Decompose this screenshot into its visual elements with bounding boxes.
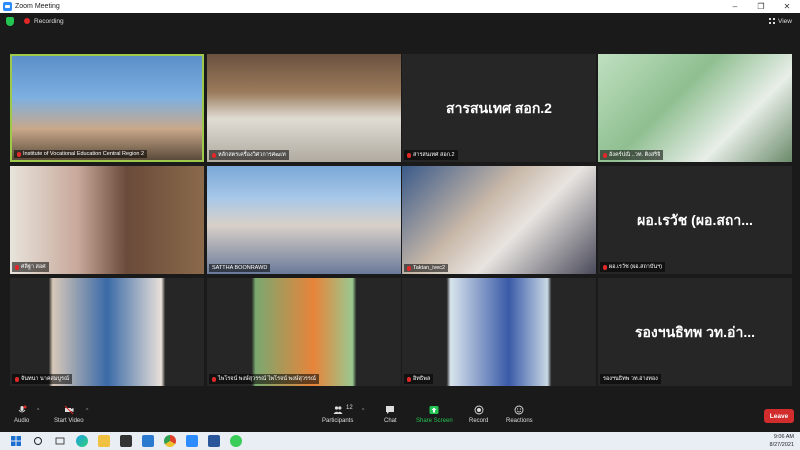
muted-mic-icon	[212, 376, 216, 382]
meeting-topbar: Recording View	[0, 13, 800, 29]
participant-tile[interactable]: สารสนเทศ สอก.2 สารสนเทศ สอก.2	[402, 54, 596, 162]
participants-count: 12	[346, 405, 353, 411]
video-camera-off-icon	[64, 405, 74, 415]
view-label: View	[778, 17, 792, 25]
record-button[interactable]: Record	[469, 405, 488, 424]
participant-tile[interactable]: ไพโรจน์ พงษ์สุวรรณ์ ไพโรจน์ พงษ์สุวรรณ์	[207, 278, 401, 386]
recording-dot-icon	[24, 18, 30, 24]
participant-tile[interactable]: ศลิฐา สอศ	[10, 166, 204, 274]
recording-label: Recording	[34, 17, 64, 25]
close-button[interactable]: ✕	[774, 2, 800, 11]
participant-tile[interactable]: Institute of Vocational Education Centra…	[10, 54, 204, 162]
muted-mic-icon	[17, 151, 21, 157]
participant-tile[interactable]: ผอ.เรวัช (ผอ.สถา... ผอ.เรวัช (ผอ.สถาบันฯ…	[598, 166, 792, 274]
task-view-icon[interactable]	[54, 435, 66, 447]
participant-name-label: ไพโรจน์ พงษ์สุวรรณ์ ไพโรจน์ พงษ์สุวรรณ์	[209, 374, 319, 384]
search-icon[interactable]	[32, 435, 44, 447]
clock-time: 9:06 AM	[773, 434, 794, 440]
edge-browser-icon[interactable]	[76, 435, 88, 447]
video-options-caret-icon[interactable]: ^	[86, 408, 88, 414]
audio-button[interactable]: Audio	[14, 405, 29, 424]
participant-tile[interactable]: Taktan_ivec2	[402, 166, 596, 274]
grid-view-icon	[769, 18, 776, 24]
muted-mic-icon	[212, 152, 216, 158]
chrome-browser-icon[interactable]	[164, 435, 176, 447]
participant-name-label: อิทธิพล	[404, 374, 434, 384]
minimize-button[interactable]: –	[722, 2, 748, 11]
participant-name-label: สารสนเทศ สอก.2	[404, 150, 458, 160]
windows-taskbar: 9:06 AM 8/27/2021	[0, 432, 800, 450]
participant-name-label: Institute of Vocational Education Centra…	[14, 150, 148, 158]
taskbar-clock[interactable]: 9:06 AM 8/27/2021	[770, 433, 794, 449]
store-icon[interactable]	[120, 435, 132, 447]
windows-start-icon[interactable]	[10, 435, 22, 447]
view-button[interactable]: View	[769, 18, 792, 25]
muted-mic-icon	[407, 265, 411, 271]
word-app-icon[interactable]	[208, 435, 220, 447]
participant-tile[interactable]: อิทธิพล	[402, 278, 596, 386]
window-controls: – ❐ ✕	[722, 2, 800, 11]
chat-bubble-icon	[386, 406, 395, 414]
restore-button[interactable]: ❐	[748, 2, 774, 11]
participant-name-label: SATTHA BOONRAWD	[209, 264, 271, 272]
security-shield-icon[interactable]	[6, 16, 14, 26]
start-video-button[interactable]: Start Video	[54, 405, 84, 424]
participant-name-label: รองฯนธิทพ วท.อ่างทอง	[600, 374, 661, 384]
muted-mic-icon	[603, 152, 607, 158]
participant-display-name: ผอ.เรวัช (ผอ.สถา...	[637, 212, 753, 228]
record-icon	[474, 405, 484, 415]
mail-icon[interactable]	[142, 435, 154, 447]
participant-name-label: ศลิฐา สอศ	[12, 262, 49, 272]
muted-mic-icon	[15, 264, 19, 270]
reactions-smiley-icon	[514, 405, 524, 415]
participant-name-label: จันทนา นาคสมบูรณ์	[12, 374, 73, 384]
audio-options-caret-icon[interactable]: ^	[37, 408, 39, 414]
zoom-logo-icon	[3, 2, 12, 11]
participant-display-name: รองฯนธิทพ วท.อ่า...	[634, 324, 755, 340]
participant-tile[interactable]: อังคร์ปณิ ..วท. ติงสริจิ	[598, 54, 792, 162]
video-gallery: Institute of Vocational Education Centra…	[10, 54, 794, 386]
participant-name-label: อังคร์ปณิ ..วท. ติงสริจิ	[600, 150, 664, 160]
participant-tile[interactable]: จันทนา นาคสมบูรณ์	[10, 278, 204, 386]
participant-tile[interactable]: SATTHA BOONRAWD	[207, 166, 401, 274]
clock-date: 8/27/2021	[769, 442, 794, 448]
zoom-app-icon[interactable]	[186, 435, 198, 447]
chat-button[interactable]: Chat	[384, 405, 397, 424]
participants-icon	[333, 406, 343, 414]
muted-mic-icon	[407, 376, 411, 382]
participant-display-name: สารสนเทศ สอก.2	[446, 100, 552, 116]
participant-tile[interactable]: รองฯนธิทพ วท.อ่า... รองฯนธิทพ วท.อ่างทอง	[598, 278, 792, 386]
leave-button[interactable]: Leave	[764, 409, 794, 423]
file-explorer-icon[interactable]	[98, 435, 110, 447]
window-titlebar: Zoom Meeting – ❐ ✕	[0, 0, 800, 13]
meeting-toolbar: Audio ^ Start Video ^ Participants 12 ^ …	[0, 402, 800, 432]
participant-name-label: หลักสตรเครื่องวิศวการศฒเท	[209, 150, 289, 160]
reactions-button[interactable]: Reactions	[506, 405, 533, 424]
participant-name-label: Taktan_ivec2	[404, 264, 449, 272]
share-screen-icon	[429, 406, 439, 414]
share-screen-button[interactable]: Share Screen	[416, 405, 453, 424]
muted-mic-icon	[15, 376, 19, 382]
muted-mic-icon	[407, 152, 411, 158]
participant-name-label: ผอ.เรวัช (ผอ.สถาบันฯ)	[600, 262, 666, 272]
microphone-icon	[18, 405, 27, 413]
line-app-icon[interactable]	[230, 435, 242, 447]
muted-mic-icon	[603, 264, 607, 270]
window-title: Zoom Meeting	[15, 3, 60, 10]
participant-tile[interactable]: หลักสตรเครื่องวิศวการศฒเท	[207, 54, 401, 162]
participants-options-caret-icon[interactable]: ^	[362, 408, 364, 414]
